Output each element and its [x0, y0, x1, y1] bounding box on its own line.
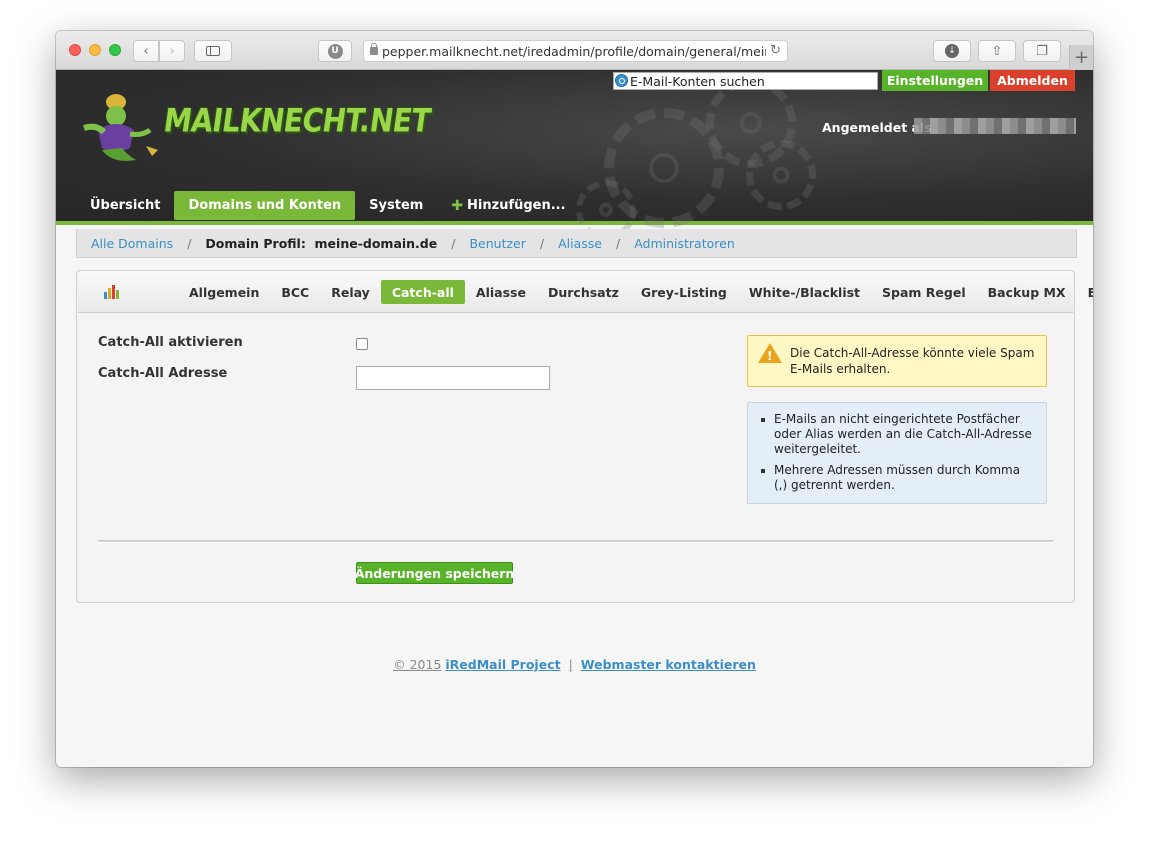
- breadcrumb-separator: /: [187, 235, 192, 251]
- nav-item-system[interactable]: System: [355, 191, 437, 220]
- spam-warning-text: Die Catch-All-Adresse könnte viele Spam …: [790, 346, 1035, 376]
- ublock-extension-button[interactable]: U: [318, 40, 352, 62]
- breadcrumb: Alle Domains / Domain Profil: meine-doma…: [76, 229, 1077, 258]
- tab-throughput[interactable]: Durchsatz: [537, 280, 630, 304]
- footer-contact-link[interactable]: Webmaster kontaktieren: [581, 657, 756, 672]
- tab-aliases[interactable]: Aliasse: [465, 280, 537, 304]
- nav-item-domains-and-accounts[interactable]: Domains und Konten: [174, 191, 356, 220]
- page-footer: © 2015 iRedMail Project | Webmaster kont…: [56, 657, 1093, 672]
- settings-button[interactable]: Einstellungen: [882, 70, 988, 91]
- account-search-input[interactable]: E-Mail-Konten suchen: [613, 72, 878, 90]
- mailknecht-logo[interactable]: MAILKNECHT.NET: [76, 90, 433, 161]
- app-header: E-Mail-Konten suchen Einstellungen Abmel…: [56, 70, 1093, 240]
- tab-general[interactable]: Allgemein: [178, 280, 270, 304]
- main-nav: Übersicht Domains und Konten System ✚ Hi…: [76, 191, 580, 220]
- logout-button[interactable]: Abmelden: [990, 70, 1075, 91]
- sidebar-icon: [206, 46, 220, 56]
- breadcrumb-separator: /: [539, 235, 545, 251]
- share-icon: ⇧: [991, 43, 1003, 59]
- nav-item-add[interactable]: ✚ Hinzufügen...: [437, 191, 579, 220]
- form-divider: [98, 540, 1053, 543]
- tab-bcc[interactable]: BCC: [270, 280, 320, 304]
- catch-all-activate-checkbox[interactable]: [356, 338, 368, 350]
- browser-toolbar: ‹ › U pepper.mailknecht.net/iredadmin/pr…: [56, 31, 1093, 70]
- footer-separator: |: [568, 657, 573, 672]
- breadcrumb-aliases[interactable]: Aliasse: [558, 236, 602, 251]
- breadcrumb-all-domains[interactable]: Alle Domains: [91, 236, 173, 251]
- genie-mascot-icon: [83, 94, 158, 161]
- info-item: E-Mails an nicht eingerichtete Postfäche…: [761, 412, 1036, 457]
- lock-icon: [370, 43, 378, 55]
- reload-icon[interactable]: ↻: [766, 43, 781, 58]
- gear-decoration: [746, 140, 816, 210]
- spam-warning-box: Die Catch-All-Adresse könnte viele Spam …: [747, 335, 1047, 387]
- tabs-icon: ❐: [1036, 43, 1048, 59]
- downloads-button[interactable]: ↓: [933, 40, 971, 62]
- breadcrumb-separator: /: [615, 235, 621, 251]
- chevron-right-icon: ›: [169, 43, 175, 59]
- tab-white-blacklist[interactable]: White-/Blacklist: [738, 280, 871, 304]
- tab-backup-mx[interactable]: Backup MX: [977, 280, 1077, 304]
- download-icon: ↓: [945, 44, 959, 58]
- tab-spam-rule[interactable]: Spam Regel: [871, 280, 977, 304]
- search-icon: [615, 74, 628, 87]
- profile-tabs: Allgemein BCC Relay Catch-all Aliasse Du…: [178, 280, 1093, 304]
- minimize-window-button[interactable]: [89, 44, 101, 56]
- sidebar-toggle-button[interactable]: [194, 40, 232, 62]
- catch-all-activate-label: Catch-All aktivieren: [98, 335, 243, 350]
- info-item: Mehrere Adressen müssen durch Komma (,) …: [761, 463, 1036, 493]
- close-window-button[interactable]: [69, 44, 81, 56]
- plus-icon: ✚: [451, 197, 464, 214]
- footer-project-link[interactable]: iRedMail Project: [445, 657, 560, 672]
- catch-all-info-box: E-Mails an nicht eingerichtete Postfäche…: [747, 402, 1047, 504]
- breadcrumb-admins[interactable]: Administratoren: [634, 236, 735, 251]
- back-button[interactable]: ‹: [133, 40, 159, 62]
- forward-button[interactable]: ›: [159, 40, 185, 62]
- plus-icon: +: [1073, 47, 1090, 68]
- breadcrumb-separator: /: [451, 235, 456, 251]
- account-search-value: E-Mail-Konten suchen: [630, 73, 765, 89]
- tab-relay[interactable]: Relay: [320, 280, 381, 304]
- breadcrumb-users[interactable]: Benutzer: [469, 236, 525, 251]
- footer-copyright: © 2015: [393, 657, 442, 672]
- tab-greylisting[interactable]: Grey-Listing: [630, 280, 738, 304]
- ublock-icon: U: [327, 43, 343, 59]
- share-button[interactable]: ⇧: [978, 40, 1016, 62]
- nav-item-add-label: Hinzufügen...: [467, 198, 566, 213]
- profile-tab-bar: Allgemein BCC Relay Catch-all Aliasse Du…: [78, 271, 1093, 313]
- url-text: pepper.mailknecht.net/iredadmin/profile/…: [382, 43, 780, 59]
- catch-all-address-input[interactable]: [356, 366, 550, 390]
- bar-chart-icon: [104, 285, 120, 299]
- nav-item-overview[interactable]: Übersicht: [76, 191, 174, 220]
- browser-window: ‹ › U pepper.mailknecht.net/iredadmin/pr…: [56, 31, 1093, 767]
- chevron-left-icon: ‹: [143, 43, 149, 59]
- domain-profile-panel: Allgemein BCC Relay Catch-all Aliasse Du…: [76, 270, 1093, 603]
- logo-text: MAILKNECHT.NET: [161, 101, 433, 140]
- tab-catch-all[interactable]: Catch-all: [380, 280, 465, 304]
- catch-all-address-label: Catch-All Adresse: [98, 366, 228, 381]
- new-tab-button[interactable]: +: [1069, 45, 1093, 70]
- tab-overview-button[interactable]: ❐: [1023, 40, 1061, 62]
- address-bar[interactable]: pepper.mailknecht.net/iredadmin/profile/…: [363, 40, 788, 62]
- breadcrumb-domain-profile: Domain Profil: meine-domain.de: [205, 235, 438, 251]
- redacted-username: [914, 118, 1076, 134]
- save-changes-button[interactable]: Änderungen speichern: [355, 562, 514, 584]
- zoom-window-button[interactable]: [109, 44, 121, 56]
- warning-icon: [758, 343, 782, 364]
- tab-advanced[interactable]: Erweitert: [1077, 280, 1093, 304]
